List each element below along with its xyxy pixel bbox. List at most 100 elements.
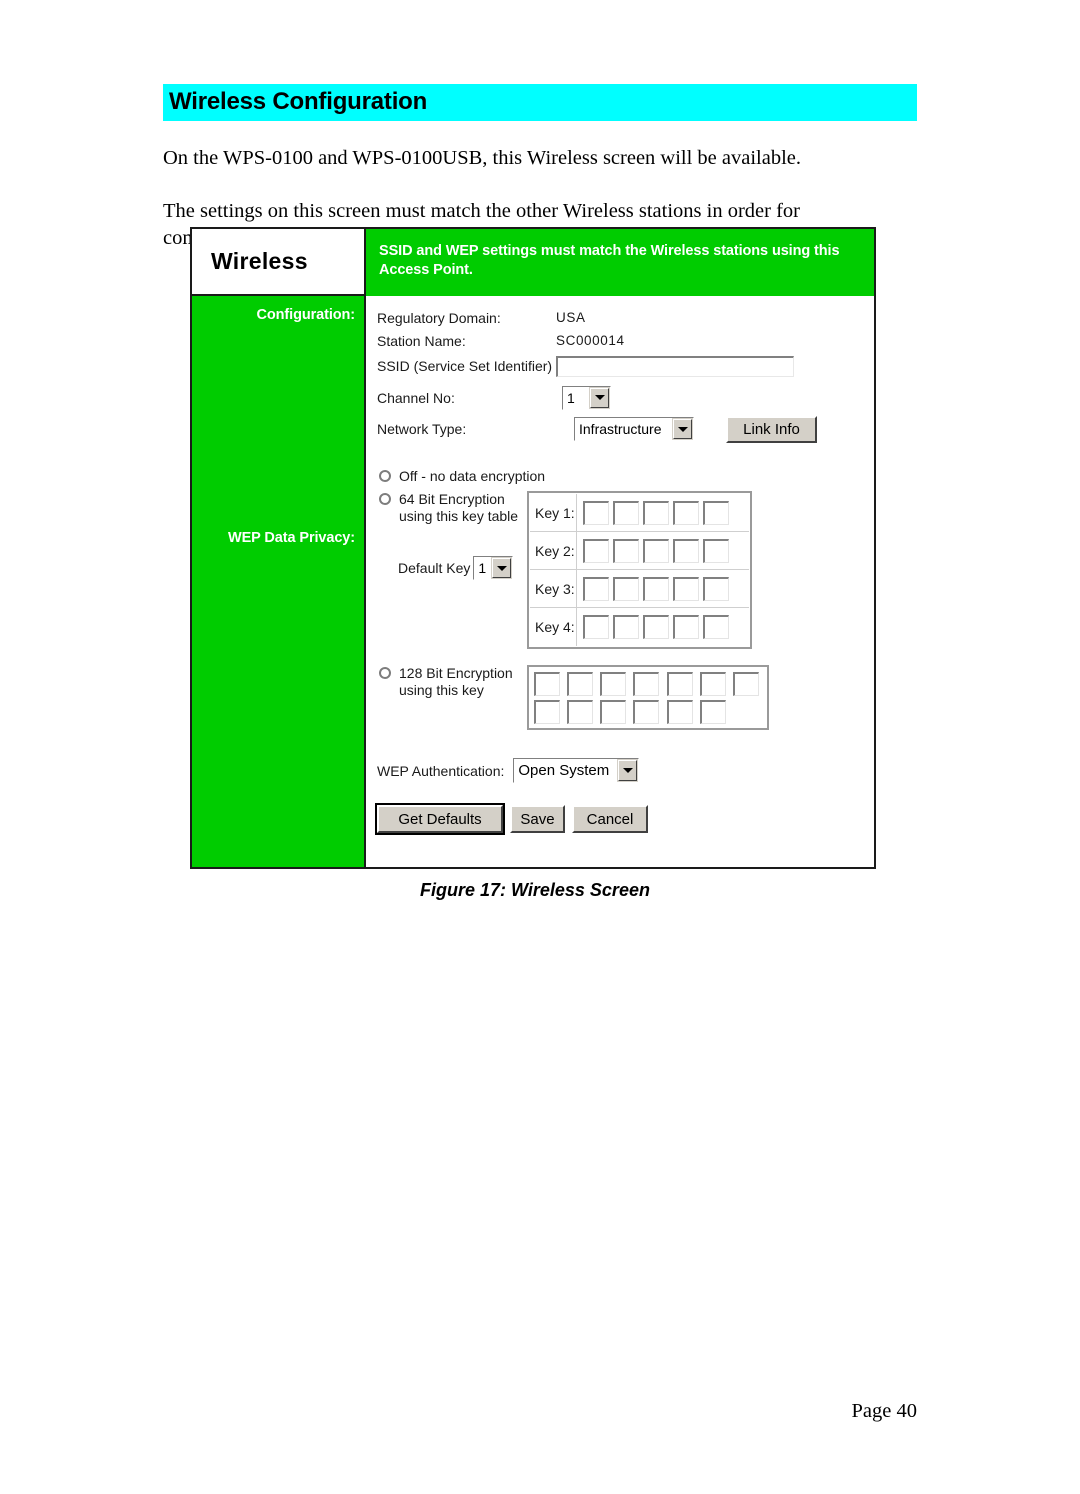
key-cell-input[interactable] xyxy=(673,538,699,563)
brand-cell: Wireless xyxy=(192,229,366,296)
key-cell-input[interactable] xyxy=(583,576,609,601)
radio-64bit-icon[interactable] xyxy=(379,493,391,505)
wep-option-off-label: Off - no data encryption xyxy=(399,468,546,484)
ssid-input[interactable] xyxy=(556,355,794,377)
key128-cell-input[interactable] xyxy=(534,672,560,696)
action-button-row: Get Defaults Save Cancel xyxy=(375,803,874,835)
key-cell-input[interactable] xyxy=(643,500,669,525)
key-cell-input[interactable] xyxy=(583,500,609,525)
key-cell-input[interactable] xyxy=(613,615,639,639)
sidebar-label-configuration: Configuration: xyxy=(256,307,356,323)
wep-128bit-row: 128 Bit Encryption using this key xyxy=(377,665,874,730)
key128-cell-input[interactable] xyxy=(600,700,627,724)
key-cell-input[interactable] xyxy=(673,576,699,601)
key-row-label: Key 1: xyxy=(530,494,577,531)
wep-option-128bit-label: 128 Bit Encryption using this key xyxy=(399,665,513,699)
default-key-row: Default Key 1 xyxy=(398,556,521,580)
cancel-button[interactable]: Cancel xyxy=(572,805,648,833)
key128-cell-input[interactable] xyxy=(699,700,726,724)
wireless-config-screenshot: Wireless SSID and WEP settings must matc… xyxy=(190,227,876,869)
key128-cell-input[interactable] xyxy=(732,672,759,696)
channel-no-select[interactable]: 1 xyxy=(562,385,611,410)
wep-option-64bit-label: 64 Bit Encryption using this key table xyxy=(399,491,518,525)
wep-option-64bit-line2: using this key table xyxy=(399,508,519,524)
key128-cell-input[interactable] xyxy=(699,672,726,696)
key-cells xyxy=(577,538,729,563)
row-wep-authentication: WEP Authentication: Open System xyxy=(377,758,874,783)
key-cell-input[interactable] xyxy=(643,615,669,639)
key-cell-input[interactable] xyxy=(703,615,729,639)
wep-option-128bit-line2: using this key xyxy=(399,682,484,698)
wep-64bit-left: 64 Bit Encryption using this key table D… xyxy=(377,491,521,580)
key128-cell-input[interactable] xyxy=(633,700,660,724)
key-cell-input[interactable] xyxy=(703,576,729,601)
key-row: Key 4: xyxy=(530,608,749,646)
wep-option-128bit-line1: 128 Bit Encryption xyxy=(399,665,513,681)
key-cell-input[interactable] xyxy=(703,500,729,525)
figure-wireless-screen: Wireless SSID and WEP settings must matc… xyxy=(190,227,880,901)
chevron-down-icon[interactable] xyxy=(590,387,609,408)
wep-128bit-left: 128 Bit Encryption using this key xyxy=(377,665,521,705)
wep-option-off[interactable]: Off - no data encryption xyxy=(377,468,874,485)
regulatory-domain-value: USA xyxy=(556,310,586,325)
key-cell-input[interactable] xyxy=(613,538,639,563)
key-cell-input[interactable] xyxy=(643,538,669,563)
row-channel-no: Channel No: 1 xyxy=(377,383,874,412)
wep-authentication-select[interactable]: Open System xyxy=(513,758,640,783)
content-bottom-spacer xyxy=(377,833,874,867)
wep-key-table: Key 1: Key 2: Key 3: Key 4: xyxy=(527,491,752,649)
key128-cell-input[interactable] xyxy=(633,672,660,696)
key-cell-input[interactable] xyxy=(673,500,699,525)
key128-cell-input[interactable] xyxy=(567,700,594,724)
key-row-label: Key 3: xyxy=(530,570,577,607)
key128-cell-input[interactable] xyxy=(666,672,693,696)
chevron-down-icon[interactable] xyxy=(673,419,692,439)
row-regulatory-domain: Regulatory Domain: USA xyxy=(377,307,874,328)
row-ssid: SSID (Service Set Identifier) xyxy=(377,353,874,379)
key-cells xyxy=(577,615,729,639)
chevron-down-icon[interactable] xyxy=(492,558,512,578)
default-key-label: Default Key xyxy=(398,560,471,576)
key-cell-input[interactable] xyxy=(583,538,609,563)
key128-cell-input[interactable] xyxy=(666,700,693,724)
key-row-label: Key 4: xyxy=(530,608,577,646)
key-cell-input[interactable] xyxy=(703,538,729,563)
default-key-value: 1 xyxy=(474,557,492,579)
regulatory-domain-label: Regulatory Domain: xyxy=(377,309,501,326)
get-defaults-button[interactable]: Get Defaults xyxy=(375,803,505,835)
key-cell-input[interactable] xyxy=(613,500,639,525)
key128-cell-input[interactable] xyxy=(600,672,627,696)
key128-cell-input[interactable] xyxy=(534,700,560,724)
key-row: Key 2: xyxy=(530,532,749,570)
network-type-select[interactable]: Infrastructure xyxy=(574,417,694,441)
key-cell-input[interactable] xyxy=(643,576,669,601)
link-info-button[interactable]: Link Info xyxy=(726,415,817,443)
wep-128bit-grid xyxy=(534,672,762,724)
screenshot-header: Wireless SSID and WEP settings must matc… xyxy=(192,229,874,296)
default-key-select[interactable]: 1 xyxy=(473,556,514,580)
key-row-label: Key 2: xyxy=(530,532,577,569)
wep-64bit-row: 64 Bit Encryption using this key table D… xyxy=(377,491,874,649)
wep-data-privacy-section: Off - no data encryption 64 Bit Encrypti… xyxy=(375,468,874,867)
key-cell-input[interactable] xyxy=(583,615,609,639)
key-cell-input[interactable] xyxy=(673,615,699,639)
save-button[interactable]: Save xyxy=(510,805,565,833)
network-type-label: Network Type: xyxy=(377,421,467,437)
radio-128bit-icon[interactable] xyxy=(379,667,391,679)
figure-caption: Figure 17: Wireless Screen xyxy=(420,880,650,900)
wep-option-64bit-line1: 64 Bit Encryption xyxy=(399,491,505,507)
station-name-value: SC000014 xyxy=(556,333,625,348)
wep-authentication-label: WEP Authentication: xyxy=(377,762,505,779)
page-number: Page 40 xyxy=(851,1400,917,1422)
network-type-value: Infrastructure xyxy=(575,418,672,440)
wep-option-128bit[interactable]: 128 Bit Encryption using this key xyxy=(377,665,521,699)
section-sidebar: Configuration: WEP Data Privacy: xyxy=(192,296,366,867)
row-station-name: Station Name: SC000014 xyxy=(377,330,874,351)
radio-off-icon[interactable] xyxy=(379,470,391,482)
key128-cell-input[interactable] xyxy=(567,672,594,696)
key-cell-input[interactable] xyxy=(613,576,639,601)
channel-no-value: 1 xyxy=(563,386,589,409)
wep-option-64bit[interactable]: 64 Bit Encryption using this key table xyxy=(377,491,521,525)
channel-no-label: Channel No: xyxy=(377,389,455,406)
chevron-down-icon[interactable] xyxy=(618,760,638,781)
